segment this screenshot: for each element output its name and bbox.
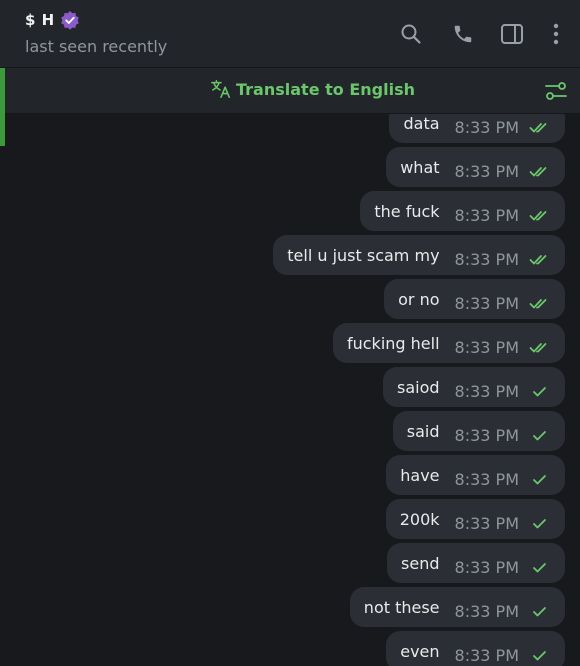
- sidebar-toggle-icon[interactable]: [499, 21, 525, 47]
- message-time: 8:33 PM: [454, 426, 519, 445]
- message-text: tell u just scam my: [287, 245, 440, 265]
- message-time: 8:33 PM: [454, 118, 519, 137]
- single-check-icon: [529, 559, 553, 575]
- message-time: 8:33 PM: [454, 558, 519, 577]
- message-text: even: [400, 641, 440, 661]
- double-check-icon: [529, 295, 553, 311]
- message-bubble[interactable]: 200k 8:33 PM: [385, 499, 565, 539]
- message-bubble[interactable]: tell u just scam my 8:33 PM: [273, 235, 565, 275]
- phone-icon[interactable]: [450, 21, 476, 47]
- message-time: 8:33 PM: [454, 470, 519, 489]
- message-time: 8:33 PM: [454, 646, 519, 665]
- message-text: data: [403, 114, 440, 133]
- message-text: 200k: [399, 509, 440, 529]
- search-icon[interactable]: [398, 21, 424, 47]
- message-text: what: [400, 157, 440, 177]
- double-check-icon: [529, 339, 553, 355]
- single-check-icon: [529, 383, 553, 399]
- message-bubble[interactable]: the fuck 8:33 PM: [360, 191, 565, 231]
- double-check-icon: [529, 119, 553, 135]
- message-text: said: [406, 421, 440, 441]
- message-bubble[interactable]: data 8:33 PM: [389, 114, 565, 143]
- message-bubble[interactable]: fucking hell 8:33 PM: [332, 323, 565, 363]
- contact-name-row[interactable]: $ H: [25, 10, 80, 30]
- message-bubble[interactable]: have 8:33 PM: [386, 455, 565, 495]
- translate-button[interactable]: Translate to English: [210, 78, 415, 100]
- double-check-icon: [529, 163, 553, 179]
- more-vertical-icon[interactable]: [543, 21, 569, 47]
- single-check-icon: [529, 647, 553, 663]
- double-check-icon: [529, 251, 553, 267]
- message-time: 8:33 PM: [454, 602, 519, 621]
- message-time: 8:33 PM: [454, 250, 519, 269]
- message-time: 8:33 PM: [454, 294, 519, 313]
- message-text: fucking hell: [346, 333, 440, 353]
- message-bubble[interactable]: what 8:33 PM: [386, 147, 565, 187]
- single-check-icon: [529, 603, 553, 619]
- translate-bar: Translate to English: [0, 68, 580, 146]
- single-check-icon: [529, 515, 553, 531]
- message-time: 8:33 PM: [454, 206, 519, 225]
- contact-name[interactable]: $ H: [25, 11, 55, 29]
- message-text: not these: [363, 597, 440, 617]
- message-bubble[interactable]: even 8:33 PM: [386, 631, 565, 666]
- double-check-icon: [529, 207, 553, 223]
- translate-icon: [211, 80, 231, 99]
- single-check-icon: [529, 427, 553, 443]
- message-bubble[interactable]: saiod 8:33 PM: [383, 367, 565, 407]
- message-text: the fuck: [374, 201, 440, 221]
- message-time: 8:33 PM: [454, 514, 519, 533]
- message-time: 8:33 PM: [454, 382, 519, 401]
- message-text: send: [401, 553, 440, 573]
- chat-header: $ H last seen recently: [0, 0, 580, 68]
- message-list[interactable]: data 8:33 PM what 8:33 PM the fuck 8:33 PM tel…: [0, 114, 580, 666]
- verified-badge-icon: [60, 11, 79, 30]
- last-seen-status: last seen recently: [25, 37, 168, 56]
- tune-icon[interactable]: [544, 79, 568, 103]
- message-time: 8:33 PM: [454, 162, 519, 181]
- message-time: 8:33 PM: [454, 338, 519, 357]
- translate-label: Translate to English: [236, 79, 415, 99]
- message-text: saiod: [397, 377, 440, 397]
- message-bubble[interactable]: not these 8:33 PM: [349, 587, 565, 627]
- message-text: or no: [398, 289, 440, 309]
- message-bubble[interactable]: said 8:33 PM: [392, 411, 565, 451]
- message-text: have: [400, 465, 440, 485]
- message-bubble[interactable]: or no 8:33 PM: [384, 279, 565, 319]
- message-bubble[interactable]: send 8:33 PM: [387, 543, 565, 583]
- single-check-icon: [529, 471, 553, 487]
